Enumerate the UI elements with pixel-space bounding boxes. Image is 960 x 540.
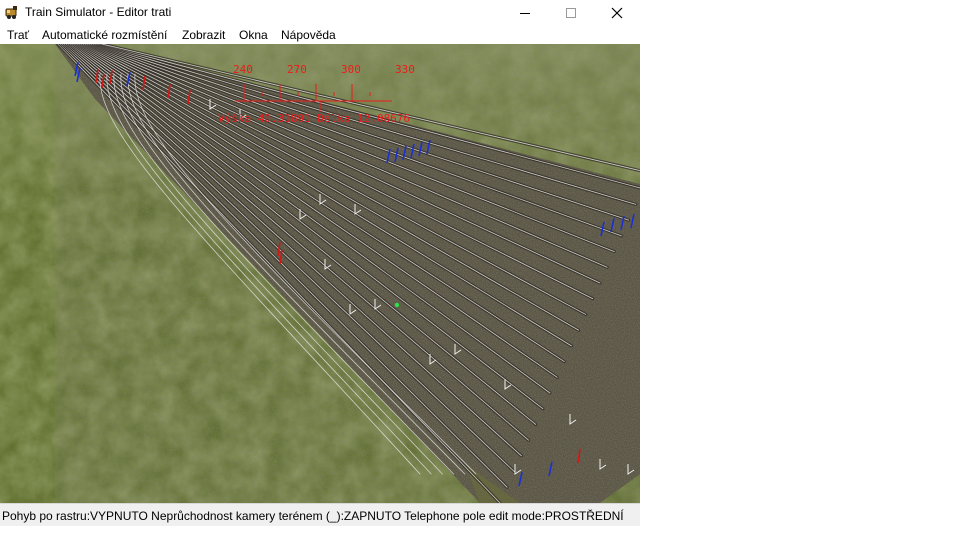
menu-automaticke-rozmisteni[interactable]: Automatické rozmístění — [42, 28, 167, 42]
menu-bar: Trať Automatické rozmístění Zobrazit Okn… — [0, 25, 640, 44]
ruler-tick-label-270: 270 — [287, 63, 307, 76]
status-text: Pohyb po rastru:VYPNUTO Neprůchodnost ka… — [2, 509, 624, 523]
app-icon — [4, 4, 20, 20]
cursor-marker — [394, 302, 400, 308]
app-window: Train Simulator - Editor trati Trať Auto… — [0, 0, 640, 526]
close-button[interactable] — [594, 0, 640, 25]
status-bar: Pohyb po rastru:VYPNUTO Neprůchodnost ka… — [0, 503, 640, 526]
ruler-tick-label-330: 330 — [395, 63, 415, 76]
3d-viewport[interactable]: 240 270 300 330 Výška 40.31891 Délka 12.… — [0, 44, 640, 503]
menu-zobrazit[interactable]: Zobrazit — [182, 28, 225, 42]
ruler-tick-label-300: 300 — [341, 63, 361, 76]
close-icon — [611, 7, 623, 18]
menu-okna[interactable]: Okna — [239, 28, 268, 42]
ruler-tick-label-240: 240 — [233, 63, 253, 76]
title-bar[interactable]: Train Simulator - Editor trati — [0, 0, 640, 25]
terrain-scene: 240 270 300 330 Výška 40.31891 Délka 12.… — [0, 44, 640, 503]
menu-napoveda[interactable]: Nápověda — [281, 28, 336, 42]
minimize-button[interactable] — [502, 0, 548, 25]
menu-trat[interactable]: Trať — [7, 28, 29, 42]
window-title: Train Simulator - Editor trati — [25, 5, 172, 19]
maximize-icon — [566, 7, 576, 18]
maximize-button[interactable] — [548, 0, 594, 25]
coordinates-readout: Výška 40.31891 Délka 12.08676 — [218, 112, 410, 125]
minimize-icon — [520, 12, 530, 14]
